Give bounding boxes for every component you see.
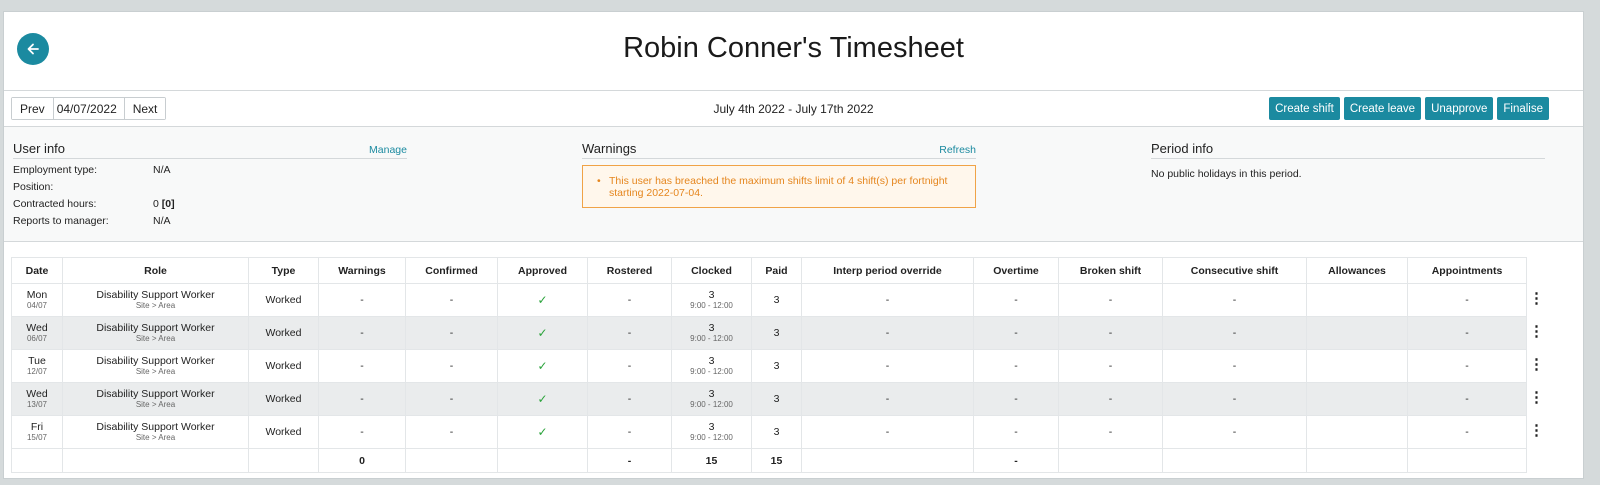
check-icon: ✓ — [537, 359, 548, 373]
timesheet-table: Date Role Type Warnings Confirmed Approv… — [11, 257, 1547, 473]
user-info-title: User info — [13, 141, 66, 156]
col-warnings: Warnings — [318, 257, 406, 284]
col-interp-override: Interp period override — [801, 257, 974, 284]
manage-link[interactable]: Manage — [369, 144, 407, 156]
total-warnings: 0 — [318, 448, 406, 473]
col-date: Date — [11, 257, 63, 284]
info-section: User info Manage Employment type: N/A Po… — [4, 127, 1583, 242]
page-title: Robin Conner's Timesheet — [623, 32, 964, 64]
table-header: Date Role Type Warnings Confirmed Approv… — [11, 257, 1547, 284]
total-overtime: - — [973, 448, 1059, 473]
col-clocked: Clocked — [671, 257, 752, 284]
period-info-text: No public holidays in this period. — [1151, 168, 1302, 180]
timesheet-window: Robin Conner's Timesheet Prev Next July … — [3, 11, 1584, 479]
col-type: Type — [248, 257, 319, 284]
warnings-title: Warnings — [582, 141, 637, 156]
col-confirmed: Confirmed — [405, 257, 498, 284]
prev-button[interactable]: Prev — [12, 98, 53, 119]
user-info-panel: User info Manage Employment type: N/A Po… — [13, 141, 407, 227]
reports-to-row: Reports to manager: N/A — [13, 215, 171, 227]
total-clocked: 15 — [671, 448, 752, 473]
page-header: Robin Conner's Timesheet — [4, 12, 1583, 91]
table-row[interactable]: Fri 15/07 Disability Support Worker Site >… — [11, 415, 1547, 449]
action-buttons: Create shift Create leave Unapprove Fina… — [1269, 97, 1549, 120]
toolbar: Prev Next July 4th 2022 - July 17th 2022… — [4, 91, 1583, 127]
contracted-hours-row: Contracted hours: 0 [0] — [13, 198, 175, 210]
period-info-panel: Period info No public holidays in this p… — [1151, 141, 1545, 180]
table-row[interactable]: Wed 06/07 Disability Support Worker Site >… — [11, 316, 1547, 350]
refresh-link[interactable]: Refresh — [939, 144, 976, 156]
date-pager: Prev Next — [11, 97, 167, 120]
table-row[interactable]: Mon 04/07 Disability Support Worker Site >… — [11, 283, 1547, 317]
col-consecutive-shift: Consecutive shift — [1162, 257, 1307, 284]
col-role: Role — [62, 257, 249, 284]
check-icon: ✓ — [537, 392, 548, 406]
col-paid: Paid — [751, 257, 802, 284]
col-allowances: Allowances — [1306, 257, 1408, 284]
contracted-hours-value: 0 [0] — [153, 198, 175, 210]
col-rostered: Rostered — [587, 257, 672, 284]
col-approved: Approved — [497, 257, 588, 284]
reports-to-value: N/A — [153, 215, 171, 227]
totals-row: 0 - 15 15 - — [11, 448, 1547, 473]
create-shift-button[interactable]: Create shift — [1269, 97, 1340, 120]
kebab-menu-icon[interactable]: ⋮ — [1529, 422, 1544, 439]
table-row[interactable]: Wed 13/07 Disability Support Worker Site >… — [11, 382, 1547, 416]
col-broken-shift: Broken shift — [1058, 257, 1163, 284]
kebab-menu-icon[interactable]: ⋮ — [1529, 356, 1544, 373]
table-row[interactable]: Tue 12/07 Disability Support Worker Site >… — [11, 349, 1547, 383]
kebab-menu-icon[interactable]: ⋮ — [1529, 290, 1544, 307]
warnings-panel: Warnings Refresh • This user has breached… — [582, 141, 976, 208]
unapprove-button[interactable]: Unapprove — [1425, 97, 1494, 120]
total-paid: 15 — [751, 448, 802, 473]
employment-type-value: N/A — [153, 164, 171, 176]
finalise-button[interactable]: Finalise — [1497, 97, 1549, 120]
kebab-menu-icon[interactable]: ⋮ — [1529, 323, 1544, 340]
next-button[interactable]: Next — [124, 98, 166, 119]
kebab-menu-icon[interactable]: ⋮ — [1529, 389, 1544, 406]
check-icon: ✓ — [537, 425, 548, 439]
warning-message: • This user has breached the maximum shif… — [582, 165, 976, 208]
employment-type-row: Employment type: N/A — [13, 164, 171, 176]
col-overtime: Overtime — [973, 257, 1059, 284]
create-leave-button[interactable]: Create leave — [1343, 97, 1422, 120]
col-appointments: Appointments — [1407, 257, 1527, 284]
check-icon: ✓ — [537, 293, 548, 307]
position-row: Position: — [13, 181, 54, 193]
date-input[interactable] — [52, 98, 125, 119]
period-info-title: Period info — [1151, 141, 1214, 156]
check-icon: ✓ — [537, 326, 548, 340]
total-rostered: - — [587, 448, 672, 473]
